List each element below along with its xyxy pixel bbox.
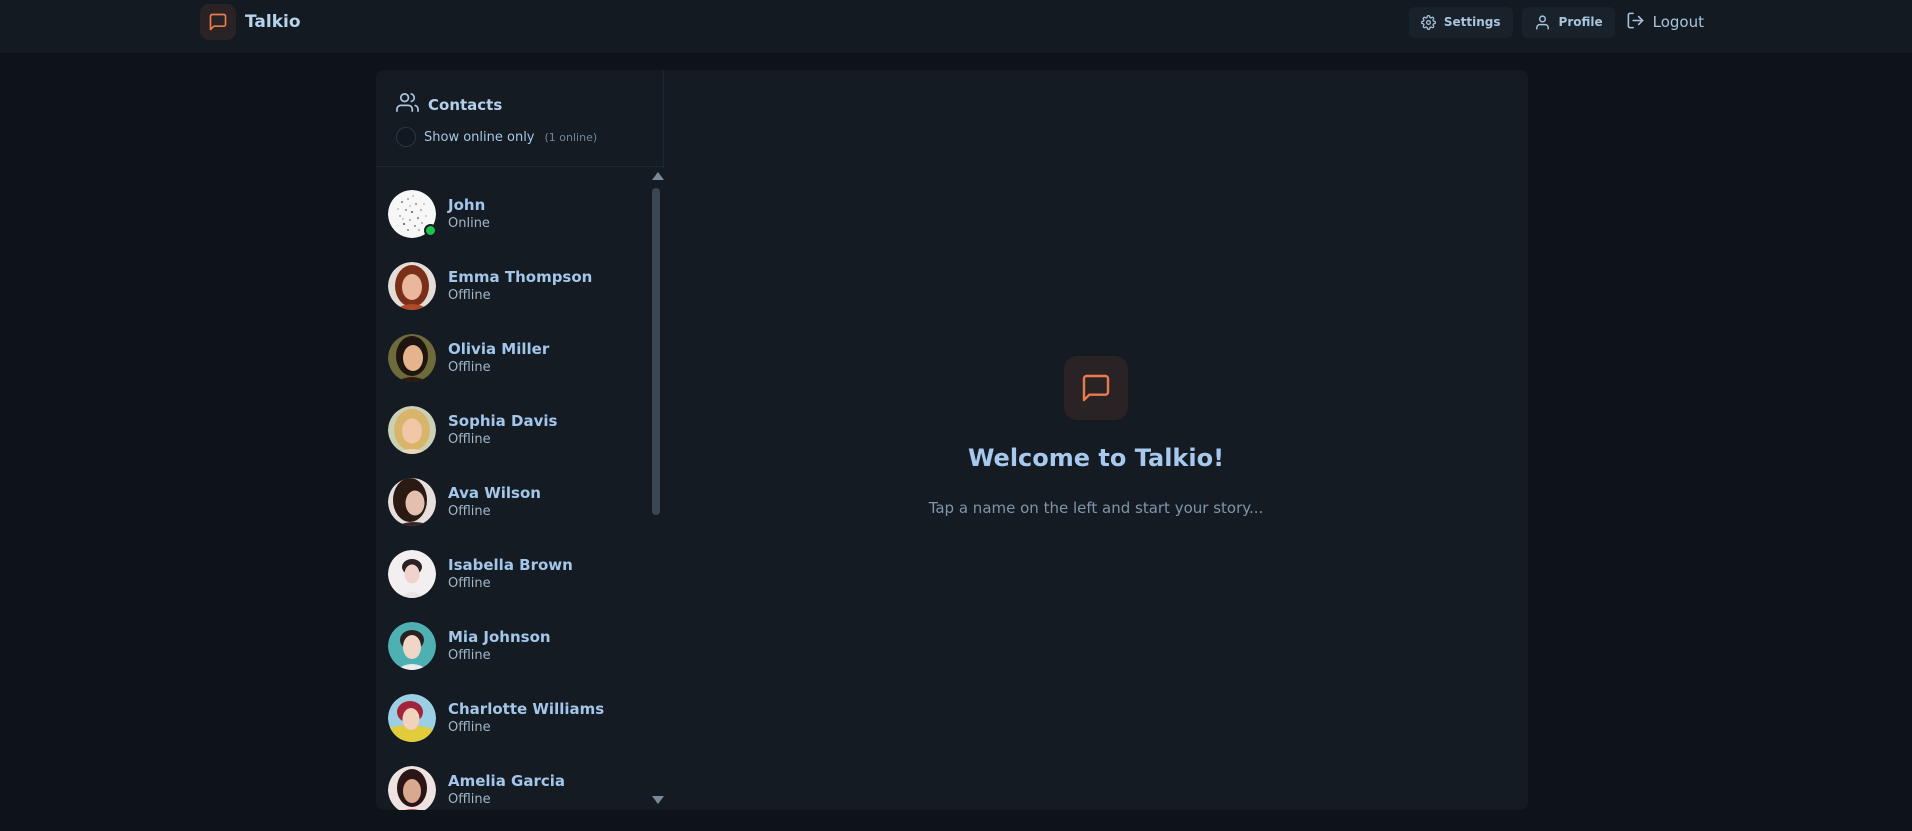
profile-label: Profile [1558,15,1603,29]
profile-button[interactable]: Profile [1521,6,1615,38]
contact-item[interactable]: Charlotte Williams Offline [388,688,638,748]
contact-status: Offline [448,432,491,447]
contact-name: John [448,196,486,214]
user-icon [1534,14,1551,31]
contact-item[interactable]: John Online [388,184,638,244]
contact-item[interactable]: Olivia Miller Offline [388,328,638,388]
show-online-only-toggle[interactable]: Show online only (1 online) [396,127,597,147]
top-navbar: Talkio Settings Profile Logout [0,0,1912,54]
contact-status: Offline [448,360,491,375]
scrollbar-thumb[interactable] [652,188,660,515]
nav-actions: Settings Profile Logout [1408,6,1704,38]
contact-item[interactable]: Amelia Garcia Offline [388,760,638,810]
contact-name: Mia Johnson [448,628,551,646]
contact-item[interactable]: Ava Wilson Offline [388,472,638,532]
avatar [388,190,437,238]
contact-status: Offline [448,648,491,663]
brand-name: Talkio [245,12,301,32]
contact-status: Offline [448,576,491,591]
avatar [388,334,436,382]
contact-status: Online [448,216,490,231]
contact-item[interactable]: Mia Johnson Offline [388,616,638,676]
contacts-title: Contacts [396,91,502,118]
settings-label: Settings [1443,15,1501,29]
online-count: (1 online) [544,130,598,144]
contacts-sidebar: Contacts Show online only (1 online) Joh… [376,70,664,810]
online-status-dot [424,224,437,237]
contact-name: Amelia Garcia [448,772,566,790]
brand-link[interactable]: Talkio [200,4,301,40]
contact-name: Ava Wilson [448,484,541,502]
chat-bubble-icon [200,4,236,40]
logout-icon [1626,11,1645,34]
avatar [388,622,436,670]
contacts-title-label: Contacts [428,95,503,114]
contact-item[interactable]: Isabella Brown Offline [388,544,638,604]
avatar [388,478,436,526]
welcome-subtitle: Tap a name on the left and start your st… [928,499,1264,517]
avatar [388,694,436,742]
scroll-up-arrow-icon[interactable] [652,172,664,180]
welcome-panel: Welcome to Talkio! Tap a name on the lef… [664,70,1528,810]
contact-status: Offline [448,792,491,807]
contact-name: Isabella Brown [448,556,573,574]
scroll-down-arrow-icon[interactable] [652,796,664,804]
show-online-checkbox[interactable] [396,127,416,147]
gear-icon [1420,14,1436,30]
avatar [388,262,436,310]
logout-button[interactable]: Logout [1624,7,1704,38]
contact-name: Sophia Davis [448,412,558,430]
contact-item[interactable]: Emma Thompson Offline [388,256,638,316]
users-icon [396,91,419,118]
chat-container: Contacts Show online only (1 online) Joh… [376,70,1528,810]
contact-name: Charlotte Williams [448,700,605,718]
contact-status: Offline [448,504,491,519]
avatar [388,406,436,454]
avatar [388,550,436,598]
show-online-label: Show online only [424,129,535,145]
contact-list-scrollbar[interactable] [648,168,664,810]
logout-label: Logout [1652,13,1704,31]
contact-status: Offline [448,288,491,303]
welcome-title: Welcome to Talkio! [967,444,1225,472]
avatar [388,766,436,810]
contact-list[interactable]: John Online Emma Thompson Offline Olivia… [376,168,648,810]
chat-bubble-icon [1064,356,1128,420]
contact-item[interactable]: Sophia Davis Offline [388,400,638,460]
contact-name: Emma Thompson [448,268,593,286]
contacts-header: Contacts Show online only (1 online) [376,70,663,167]
contact-name: Olivia Miller [448,340,550,358]
contact-status: Offline [448,720,491,735]
settings-button[interactable]: Settings [1408,6,1513,38]
